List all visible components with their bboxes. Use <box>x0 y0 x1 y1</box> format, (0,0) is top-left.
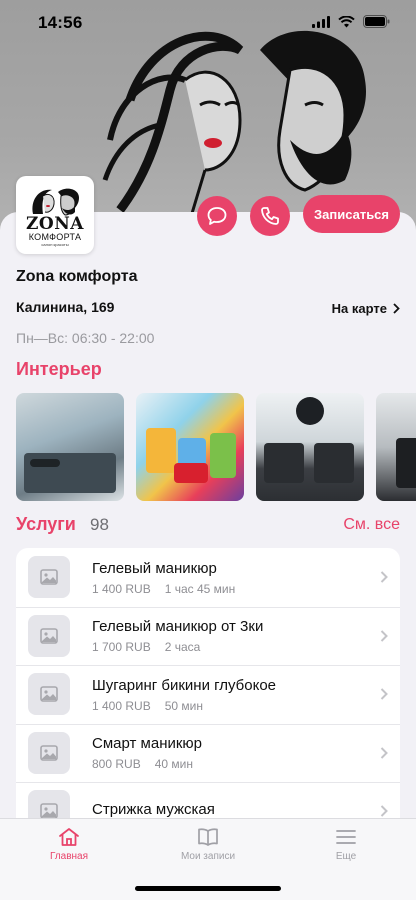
logo-artwork <box>32 188 79 216</box>
chevron-right-icon <box>380 747 388 759</box>
menu-icon <box>336 830 356 844</box>
signal-icon <box>312 15 330 28</box>
image-placeholder-icon <box>28 614 70 657</box>
map-link-label: На карте <box>331 301 387 316</box>
interior-photo[interactable] <box>16 393 124 501</box>
chevron-right-icon <box>380 630 388 642</box>
service-name: Смарт маникюр <box>92 735 203 753</box>
service-name: Шугаринг бикини глубокое <box>92 676 277 694</box>
service-item[interactable]: Смарт маникюр 800 RUB 40 мин <box>16 723 400 783</box>
interior-photo[interactable] <box>136 393 244 501</box>
see-all-services-link[interactable]: См. все <box>343 516 400 534</box>
service-price: 1 400 RUB <box>92 581 151 596</box>
services-count: 98 <box>90 515 109 534</box>
tab-more-label: Еще <box>335 851 357 862</box>
phone-icon <box>261 207 279 225</box>
chat-bubble-icon <box>207 207 227 225</box>
service-name: Гелевый маникюр <box>92 559 217 577</box>
services-list: Гелевый маникюр 1 400 RUB 1 час 45 мин Ге… <box>16 548 400 841</box>
interior-photo[interactable] <box>256 393 364 501</box>
map-link[interactable]: На карте <box>332 301 400 316</box>
service-duration: 2 часа <box>164 640 201 655</box>
tab-more[interactable]: Еще <box>301 827 391 862</box>
tab-home-label: Главная <box>49 851 89 862</box>
working-hours: Пн—Вс: 06:30 - 22:00 <box>16 330 155 346</box>
logo-brand-text: ZONA <box>26 213 84 234</box>
service-item[interactable]: Гелевый маникюр 1 400 RUB 1 час 45 мин <box>16 548 400 607</box>
tab-my-bookings-label: Мои записи <box>180 851 236 862</box>
service-name: Стрижка мужская <box>92 800 215 818</box>
book-appointment-button[interactable]: Записаться <box>303 195 400 233</box>
chevron-right-icon <box>380 805 388 817</box>
call-button[interactable] <box>250 196 290 236</box>
service-item[interactable]: Шугаринг бикини глубокое 1 400 RUB 50 мин <box>16 665 400 724</box>
battery-icon <box>363 15 390 28</box>
service-duration: 50 мин <box>164 698 203 713</box>
salon-name: Zona комфорта <box>16 268 138 285</box>
service-price: 1 700 RUB <box>92 640 151 655</box>
home-icon <box>59 828 79 846</box>
service-duration: 40 мин <box>154 757 193 772</box>
logo-tagline: салон красоты <box>41 241 69 247</box>
service-name: Гелевый маникюр от 3ки <box>92 618 264 636</box>
image-placeholder-icon <box>28 673 70 716</box>
services-title: Услуги <box>16 514 76 534</box>
status-bar: 14:56 <box>0 0 416 48</box>
salon-address: Калинина, 169 <box>16 299 115 315</box>
tab-home[interactable]: Главная <box>24 827 114 862</box>
status-time: 14:56 <box>38 13 83 32</box>
service-price: 800 RUB <box>92 757 141 772</box>
chat-button[interactable] <box>197 196 237 236</box>
service-price: 1 400 RUB <box>92 698 151 713</box>
interior-title: Интерьер <box>16 359 102 379</box>
chevron-right-icon <box>393 303 400 314</box>
logo-sub-text: КОМФОРТА <box>28 231 82 242</box>
status-icons <box>312 15 390 28</box>
image-placeholder-icon <box>28 731 70 774</box>
service-item[interactable]: Гелевый маникюр от 3ки 1 700 RUB 2 часа <box>16 606 400 666</box>
tab-my-bookings[interactable]: Мои записи <box>163 827 253 862</box>
wifi-icon <box>338 15 355 27</box>
book-icon <box>198 828 218 846</box>
chevron-right-icon <box>380 688 388 700</box>
interior-gallery[interactable] <box>16 393 416 503</box>
service-duration: 1 час 45 мин <box>164 581 236 596</box>
image-placeholder-icon <box>28 556 70 599</box>
interior-photo[interactable] <box>376 393 416 501</box>
salon-logo: ZONA КОМФОРТА салон красоты <box>16 176 94 254</box>
chevron-right-icon <box>380 571 388 583</box>
home-indicator <box>135 886 281 891</box>
